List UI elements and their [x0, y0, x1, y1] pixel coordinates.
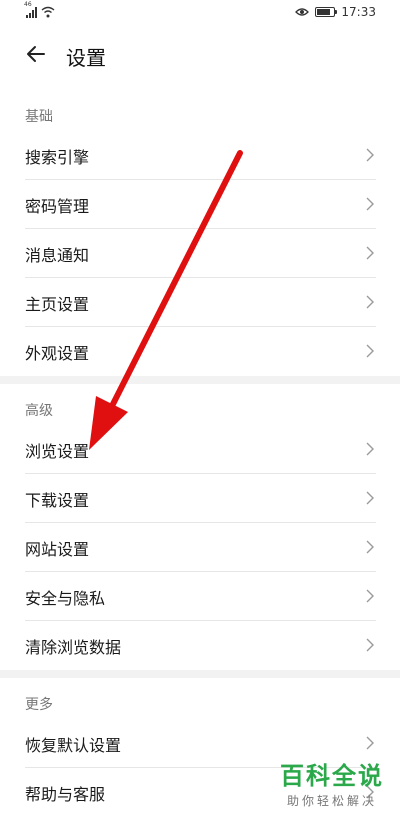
eye-icon	[295, 8, 310, 16]
chevron-right-icon	[366, 589, 374, 603]
section-label-advanced: 高级	[25, 403, 53, 419]
settings-item-notifications[interactable]: 消息通知	[0, 229, 400, 278]
settings-item-browsing[interactable]: 浏览设置	[0, 425, 400, 474]
chevron-right-icon	[366, 442, 374, 456]
chevron-right-icon	[366, 148, 374, 162]
settings-item-security-privacy[interactable]: 安全与隐私	[0, 572, 400, 621]
settings-item-label: 清除浏览数据	[25, 638, 122, 657]
settings-item-label: 外观设置	[25, 344, 90, 363]
signal-icon: 46	[24, 1, 37, 18]
section-divider	[0, 376, 400, 384]
status-right: 17:33	[295, 5, 376, 19]
watermark-title: 百科全说	[280, 762, 384, 790]
section-divider	[0, 670, 400, 678]
section-label-more: 更多	[25, 697, 53, 713]
network-type: 46	[24, 1, 32, 8]
annotation-arrow	[89, 150, 243, 450]
settings-item-label: 网站设置	[25, 540, 90, 559]
watermark-subtitle: 助你轻松解决	[286, 794, 377, 808]
chevron-right-icon	[366, 736, 374, 750]
settings-item-homepage[interactable]: 主页设置	[0, 278, 400, 327]
settings-item-label: 消息通知	[25, 246, 90, 265]
settings-item-label: 下载设置	[25, 491, 90, 510]
chevron-right-icon	[366, 491, 374, 505]
settings-item-site[interactable]: 网站设置	[0, 523, 400, 572]
settings-item-label: 恢复默认设置	[25, 736, 122, 755]
page-title: 设置	[66, 46, 106, 70]
watermark-logo: 百科全说 助你轻松解决	[280, 756, 384, 809]
chevron-right-icon	[366, 197, 374, 211]
status-left: 46	[24, 1, 55, 18]
chevron-right-icon	[366, 344, 374, 358]
section-label-basic: 基础	[25, 109, 53, 125]
settings-item-label: 浏览设置	[25, 442, 90, 461]
settings-item-download[interactable]: 下载设置	[0, 474, 400, 523]
chevron-right-icon	[366, 295, 374, 309]
status-time: 17:33	[341, 5, 376, 19]
settings-item-label: 安全与隐私	[25, 589, 106, 608]
chevron-right-icon	[366, 540, 374, 554]
settings-item-label: 帮助与客服	[25, 785, 106, 804]
chevron-right-icon	[366, 246, 374, 260]
settings-item-label: 密码管理	[25, 197, 90, 216]
settings-item-password-manager[interactable]: 密码管理	[0, 180, 400, 229]
settings-item-label: 搜索引擎	[25, 148, 90, 167]
wifi-icon	[41, 6, 55, 18]
status-bar: 46 17:33	[0, 0, 400, 28]
chevron-right-icon	[366, 638, 374, 652]
app-header: 设置	[0, 28, 400, 84]
settings-item-label: 主页设置	[25, 295, 90, 314]
settings-item-search-engine[interactable]: 搜索引擎	[0, 131, 400, 180]
back-arrow-icon[interactable]	[24, 42, 48, 66]
settings-item-appearance[interactable]: 外观设置	[0, 327, 400, 376]
battery-icon	[315, 7, 338, 17]
settings-item-clear-data[interactable]: 清除浏览数据	[0, 621, 400, 670]
